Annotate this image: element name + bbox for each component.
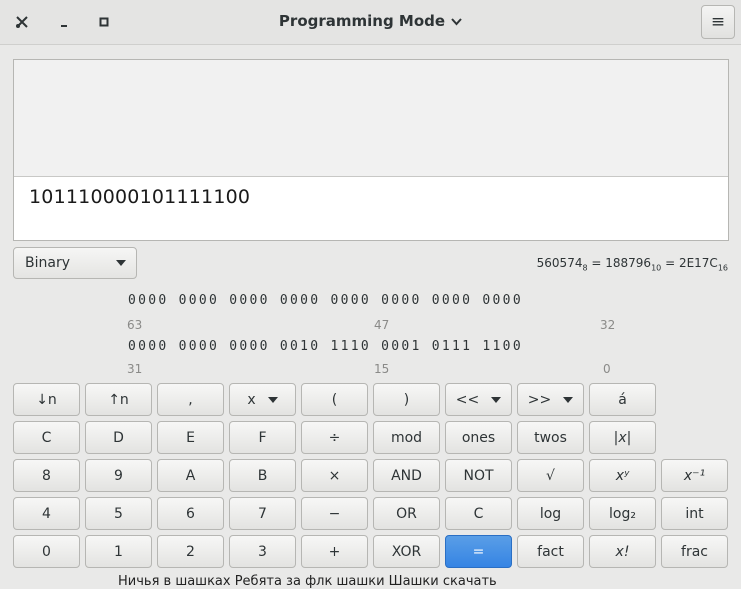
- digit-c-button[interactable]: C: [13, 421, 80, 454]
- bit-index-32: 32: [600, 318, 616, 332]
- window-title[interactable]: Programming Mode: [0, 12, 741, 30]
- open-paren-button[interactable]: (: [301, 383, 368, 416]
- background-page-text: Ничья в шашках Ребята за флк шашки Шашки…: [118, 574, 497, 589]
- variable-dropdown-button[interactable]: x: [229, 383, 296, 416]
- chevron-down-icon: [451, 15, 462, 30]
- twos-complement-button[interactable]: twos: [517, 421, 584, 454]
- int-button[interactable]: int: [661, 497, 728, 530]
- ones-complement-button[interactable]: ones: [445, 421, 512, 454]
- close-paren-button[interactable]: ): [373, 383, 440, 416]
- divide-button[interactable]: ÷: [301, 421, 368, 454]
- digit-4-button[interactable]: 4: [13, 497, 80, 530]
- digit-f-button[interactable]: F: [229, 421, 296, 454]
- log2-button[interactable]: log₂: [589, 497, 656, 530]
- calculator-display: 101110000101111100: [13, 59, 729, 241]
- chevron-down-icon: [491, 396, 502, 403]
- base-dropdown-value: Binary: [25, 255, 70, 271]
- chevron-down-icon: [563, 396, 574, 403]
- hex-subscript: 16: [717, 263, 728, 273]
- digit-7-button[interactable]: 7: [229, 497, 296, 530]
- power-button[interactable]: xʸ: [589, 459, 656, 492]
- equals-button[interactable]: =: [445, 535, 512, 568]
- digit-1-button[interactable]: 1: [85, 535, 152, 568]
- equals-sign: =: [661, 256, 679, 270]
- entry-field[interactable]: 101110000101111100: [29, 186, 250, 208]
- decimal-subscript: 10: [651, 263, 662, 273]
- factorial-button[interactable]: x!: [589, 535, 656, 568]
- digit-9-button[interactable]: 9: [85, 459, 152, 492]
- bit-index-0: 0: [603, 362, 611, 376]
- base-dropdown[interactable]: Binary: [13, 247, 137, 279]
- absolute-value-button[interactable]: |x|: [589, 421, 656, 454]
- bit-index-31: 31: [127, 362, 143, 376]
- digit-a-button[interactable]: A: [157, 459, 224, 492]
- bit-index-15: 15: [374, 362, 390, 376]
- bit-index-63: 63: [127, 318, 143, 332]
- shift-left-dropdown-button[interactable]: <<: [445, 383, 512, 416]
- multiply-button[interactable]: ×: [301, 459, 368, 492]
- chevron-down-icon: [267, 396, 278, 403]
- digit-5-button[interactable]: 5: [85, 497, 152, 530]
- hex-value: 2E17C: [678, 256, 718, 270]
- not-button[interactable]: NOT: [445, 459, 512, 492]
- digit-3-button[interactable]: 3: [229, 535, 296, 568]
- shift-right-dropdown-button[interactable]: >>: [517, 383, 584, 416]
- comma-button[interactable]: ,: [157, 383, 224, 416]
- inverse-button[interactable]: x⁻¹: [661, 459, 728, 492]
- bit-row-low[interactable]: 0000 0000 0000 0010 1110 0001 0111 1100: [128, 339, 523, 354]
- digit-8-button[interactable]: 8: [13, 459, 80, 492]
- bit-row-high[interactable]: 0000 0000 0000 0000 0000 0000 0000 0000: [128, 293, 523, 308]
- history-area: [14, 60, 728, 177]
- digit-0-button[interactable]: 0: [13, 535, 80, 568]
- decimal-value: 188796: [605, 256, 652, 270]
- xor-button[interactable]: XOR: [373, 535, 440, 568]
- digit-e-button[interactable]: E: [157, 421, 224, 454]
- and-button[interactable]: AND: [373, 459, 440, 492]
- equals-sign: =: [587, 256, 606, 270]
- digit-d-button[interactable]: D: [85, 421, 152, 454]
- mod-button[interactable]: mod: [373, 421, 440, 454]
- bit-index-47: 47: [374, 318, 390, 332]
- chevron-down-icon: [116, 260, 126, 266]
- shift-down-button[interactable]: ↓n: [13, 383, 80, 416]
- octal-value: 560574: [536, 256, 583, 270]
- add-button[interactable]: +: [301, 535, 368, 568]
- clear-button[interactable]: C: [445, 497, 512, 530]
- base-conversion: 5605748 = 18879610 = 2E17C16: [537, 256, 728, 272]
- menu-button[interactable]: ≡: [701, 5, 735, 39]
- log-button[interactable]: log: [517, 497, 584, 530]
- digit-b-button[interactable]: B: [229, 459, 296, 492]
- or-button[interactable]: OR: [373, 497, 440, 530]
- title-bar: Programming Mode ≡: [0, 0, 741, 45]
- shift-up-button[interactable]: ↑n: [85, 383, 152, 416]
- hamburger-icon: ≡: [710, 12, 726, 32]
- subtract-button[interactable]: −: [301, 497, 368, 530]
- square-root-button[interactable]: √: [517, 459, 584, 492]
- window-title-label: Programming Mode: [278, 12, 446, 30]
- digit-6-button[interactable]: 6: [157, 497, 224, 530]
- digit-2-button[interactable]: 2: [157, 535, 224, 568]
- frac-button[interactable]: frac: [661, 535, 728, 568]
- fact-button[interactable]: fact: [517, 535, 584, 568]
- char-code-button[interactable]: á: [589, 383, 656, 416]
